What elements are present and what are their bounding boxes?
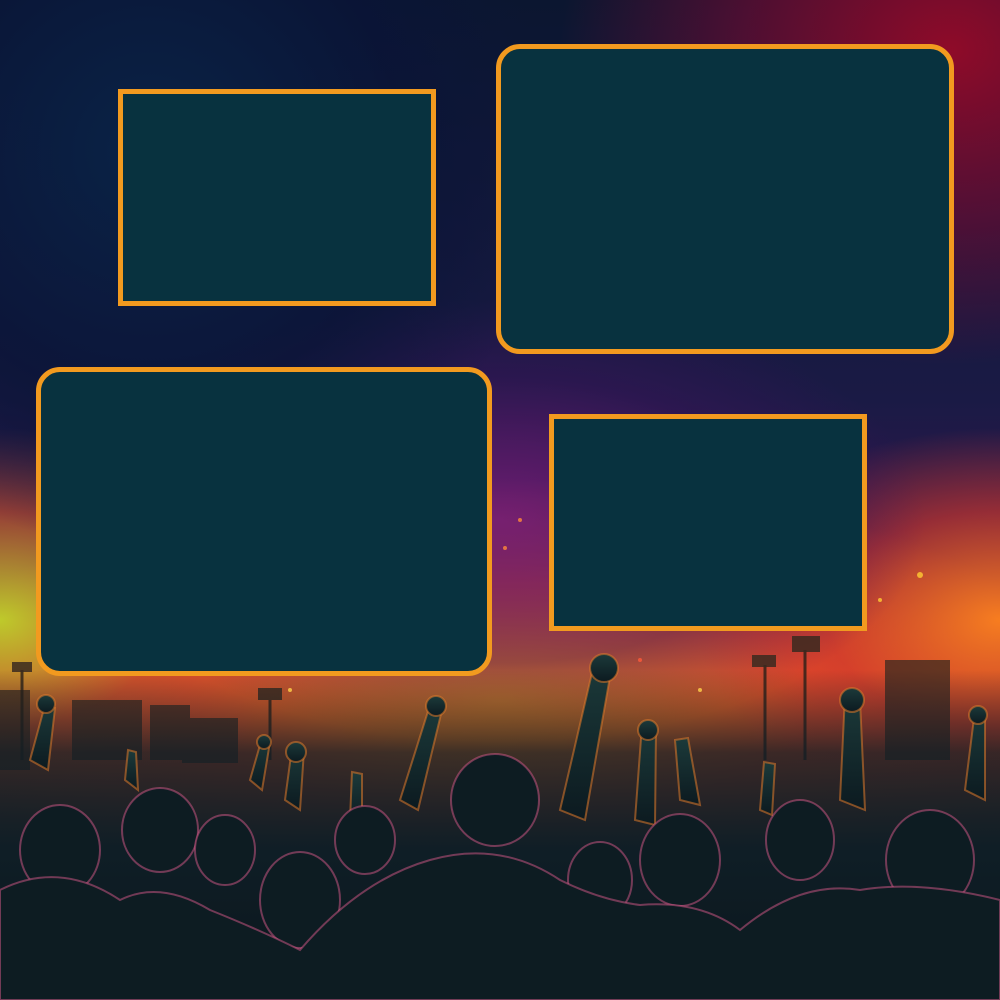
concert-background xyxy=(0,0,1000,1000)
photo-frame-top-left xyxy=(118,89,436,306)
photo-frame-bottom-right xyxy=(549,414,867,631)
photo-frame-bottom-left xyxy=(36,367,492,676)
photo-frame-top-right xyxy=(496,44,954,354)
